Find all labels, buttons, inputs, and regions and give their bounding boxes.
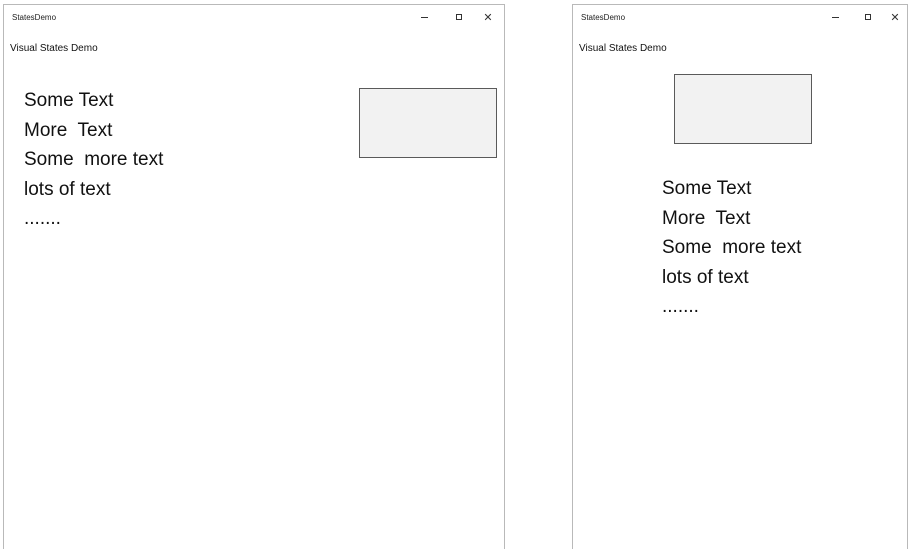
minimize-icon: [420, 16, 428, 18]
minimize-button[interactable]: [417, 10, 431, 24]
minimize-button[interactable]: [828, 10, 842, 24]
title-bar[interactable]: StatesDemo ✕: [4, 5, 504, 29]
text-line: .......: [24, 208, 61, 229]
text-line: More Text: [662, 207, 751, 229]
screenshot-stage: StatesDemo ✕ Visual States Demo Some Tex…: [0, 0, 910, 549]
minimize-icon: [831, 16, 839, 18]
app-title: StatesDemo: [581, 13, 626, 22]
text-line: .......: [662, 296, 699, 317]
maximize-button[interactable]: [452, 10, 466, 24]
text-stack: Some Text More Text Some more text lots …: [24, 86, 163, 234]
title-bar[interactable]: StatesDemo ✕: [573, 5, 907, 29]
app-window-wide: StatesDemo ✕ Visual States Demo Some Tex…: [3, 4, 505, 549]
page-header: Visual States Demo: [579, 43, 667, 54]
app-window-narrow: StatesDemo ✕ Visual States Demo Some Tex…: [572, 4, 908, 549]
text-line: Some more text: [662, 237, 802, 258]
close-icon: ✕: [890, 10, 900, 24]
text-line: Some more text: [24, 149, 164, 170]
maximize-icon: [865, 14, 871, 20]
close-icon: ✕: [483, 10, 493, 24]
close-button[interactable]: ✕: [481, 10, 495, 24]
close-button[interactable]: ✕: [888, 10, 902, 24]
maximize-button[interactable]: [861, 10, 875, 24]
gray-rectangle: [674, 74, 812, 144]
text-line: Some Text: [662, 178, 752, 199]
text-line: lots of text: [662, 266, 749, 288]
text-line: More Text: [24, 119, 113, 141]
app-title: StatesDemo: [12, 13, 57, 22]
text-line: lots of text: [24, 178, 111, 200]
text-stack: Some Text More Text Some more text lots …: [662, 174, 801, 322]
maximize-icon: [456, 14, 462, 20]
gray-rectangle: [359, 88, 497, 158]
page-header: Visual States Demo: [10, 43, 98, 54]
text-line: Some Text: [24, 90, 114, 111]
